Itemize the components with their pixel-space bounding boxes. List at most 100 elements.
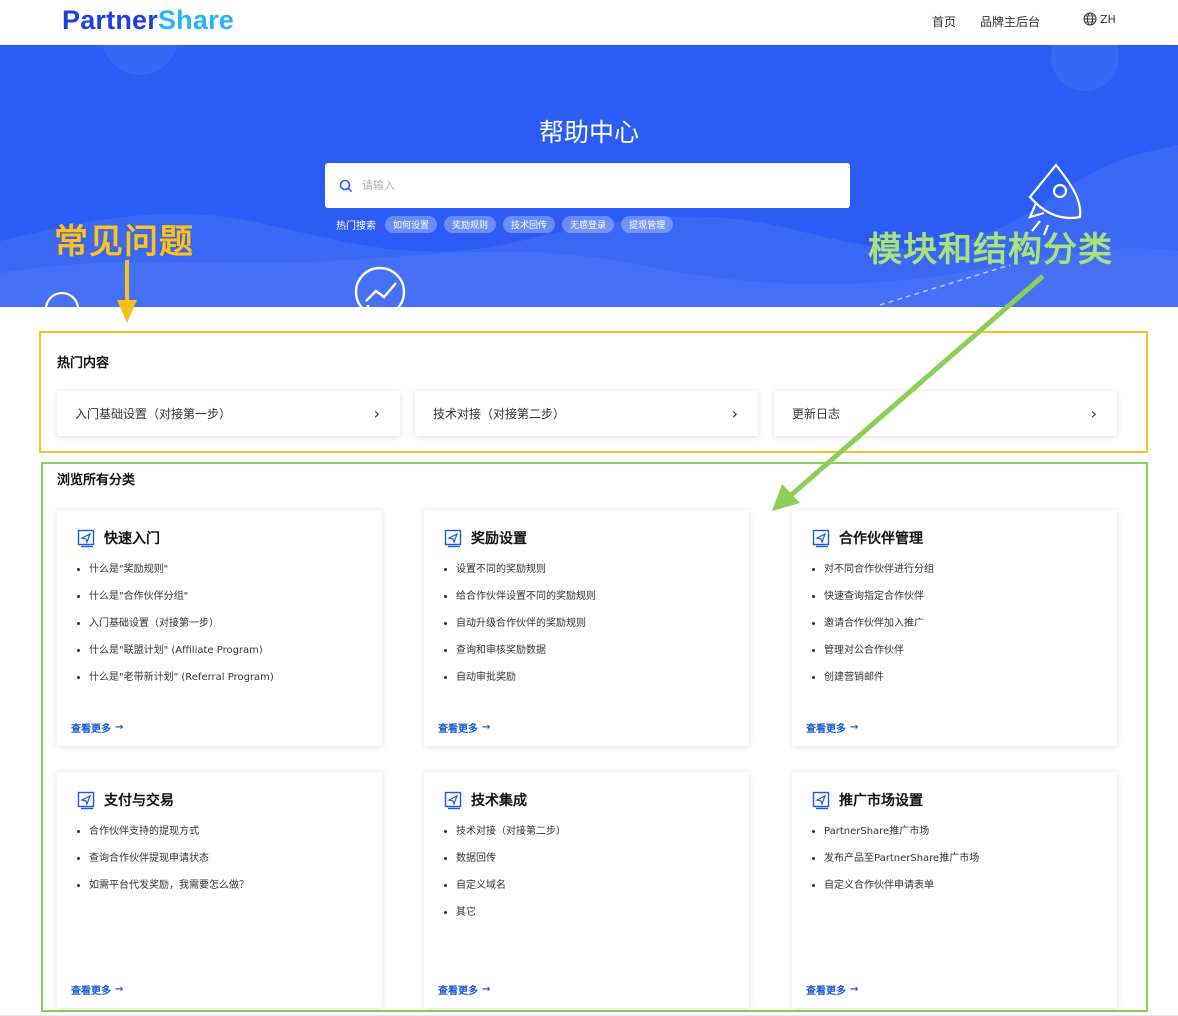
arrow-right-icon: → xyxy=(115,984,124,995)
partnershare-logo[interactable]: PartnerShare xyxy=(62,5,234,36)
category-title: 合作伙伴管理 xyxy=(839,531,923,547)
category-link[interactable]: 发布产品至PartnerShare推广市场 xyxy=(824,852,979,879)
category-card-partner-management: 合作伙伴管理 对不同合作伙伴进行分组 快速查询指定合作伙伴 邀请合作伙伴加入推广… xyxy=(792,510,1117,746)
view-more-label: 查看更多 xyxy=(71,724,111,735)
category-header[interactable]: 推广市场设置 xyxy=(812,790,923,810)
category-link[interactable]: 什么是"老带新计划" (Referral Program) xyxy=(89,671,274,698)
category-link[interactable]: 给合作伙伴设置不同的奖励规则 xyxy=(456,590,596,617)
category-link[interactable]: 管理对公合作伙伴 xyxy=(824,644,934,671)
category-link[interactable]: 合作伙伴支持的提现方式 xyxy=(89,825,249,852)
view-more-link[interactable]: 查看更多 → xyxy=(438,720,490,735)
search-icon xyxy=(339,179,353,192)
nav-brand-console-link[interactable]: 品牌主后台 xyxy=(980,13,1040,30)
book-send-icon xyxy=(812,791,830,809)
arrow-right-icon: → xyxy=(482,722,491,733)
book-send-icon xyxy=(444,529,462,547)
category-title: 技术集成 xyxy=(471,793,527,809)
chevron-right-icon: › xyxy=(1090,404,1097,423)
category-title: 快速入门 xyxy=(104,531,160,547)
category-title: 推广市场设置 xyxy=(839,793,923,809)
category-link[interactable]: 设置不同的奖励规则 xyxy=(456,563,596,590)
category-header[interactable]: 快速入门 xyxy=(77,528,160,548)
category-link[interactable]: 查询合作伙伴提现申请状态 xyxy=(89,852,249,879)
categories-title: 浏览所有分类 xyxy=(57,473,136,488)
hot-search-tag[interactable]: 提现管理 xyxy=(621,216,674,233)
hot-item-changelog[interactable]: 更新日志 › xyxy=(774,391,1117,436)
category-link[interactable]: 查询和审核奖励数据 xyxy=(456,644,596,671)
category-link-list: 什么是"奖励规则" 什么是"合作伙伴分组" 入门基础设置（对接第一步） 什么是"… xyxy=(89,563,274,698)
view-more-link[interactable]: 查看更多 → xyxy=(806,720,858,735)
category-link[interactable]: 什么是"合作伙伴分组" xyxy=(89,590,274,617)
view-more-link[interactable]: 查看更多 → xyxy=(71,982,123,997)
category-card-payment: 支付与交易 合作伙伴支持的提现方式 查询合作伙伴提现申请状态 如需平台代发奖励，… xyxy=(57,772,382,1008)
view-more-label: 查看更多 xyxy=(438,986,478,997)
hot-search-row: 热门搜索 如何设置 奖励规则 技术回传 无感登录 提现管理 xyxy=(336,216,674,233)
category-card-marketplace: 推广市场设置 PartnerShare推广市场 发布产品至PartnerShar… xyxy=(792,772,1117,1008)
category-header[interactable]: 奖励设置 xyxy=(444,528,527,548)
category-card-quick-start: 快速入门 什么是"奖励规则" 什么是"合作伙伴分组" 入门基础设置（对接第一步）… xyxy=(57,510,382,746)
category-link[interactable]: 自定义合作伙伴申请表单 xyxy=(824,879,979,906)
category-card-rewards: 奖励设置 设置不同的奖励规则 给合作伙伴设置不同的奖励规则 自动升级合作伙伴的奖… xyxy=(424,510,749,746)
book-send-icon xyxy=(77,529,95,547)
page-title: 帮助中心 xyxy=(538,118,639,147)
view-more-label: 查看更多 xyxy=(438,724,478,735)
language-label: ZH xyxy=(1100,12,1116,26)
hot-item-tech-integration[interactable]: 技术对接（对接第二步） › xyxy=(415,391,758,436)
hot-search-tag[interactable]: 奖励规则 xyxy=(444,216,497,233)
category-link-list: 合作伙伴支持的提现方式 查询合作伙伴提现申请状态 如需平台代发奖励，我需要怎么做… xyxy=(89,825,249,906)
search-box[interactable] xyxy=(325,163,850,208)
category-header[interactable]: 支付与交易 xyxy=(77,790,174,810)
hot-search-tag[interactable]: 无感登录 xyxy=(562,216,615,233)
hot-content-title: 热门内容 xyxy=(57,356,110,371)
arrow-right-icon: → xyxy=(850,722,859,733)
category-link-list: PartnerShare推广市场 发布产品至PartnerShare推广市场 自… xyxy=(824,825,979,906)
chevron-right-icon: › xyxy=(731,404,738,423)
globe-icon xyxy=(1083,12,1097,26)
category-link-list: 设置不同的奖励规则 给合作伙伴设置不同的奖励规则 自动升级合作伙伴的奖励规则 查… xyxy=(456,563,596,698)
module-annotation: 模块和结构分类 xyxy=(868,230,1113,270)
category-link[interactable]: 数据回传 xyxy=(456,852,566,879)
category-link-list: 技术对接（对接第二步） 数据回传 自定义域名 其它 xyxy=(456,825,566,933)
category-link[interactable]: 快速查询指定合作伙伴 xyxy=(824,590,934,617)
category-link[interactable]: 邀请合作伙伴加入推广 xyxy=(824,617,934,644)
hot-item-label: 入门基础设置（对接第一步） xyxy=(75,407,232,421)
arrow-right-icon: → xyxy=(850,984,859,995)
category-link[interactable]: 对不同合作伙伴进行分组 xyxy=(824,563,934,590)
category-link[interactable]: 什么是"联盟计划" (Affiliate Program) xyxy=(89,644,274,671)
view-more-label: 查看更多 xyxy=(806,724,846,735)
hot-item-getting-started[interactable]: 入门基础设置（对接第一步） › xyxy=(57,391,400,436)
category-link[interactable]: 其它 xyxy=(456,906,566,933)
view-more-link[interactable]: 查看更多 → xyxy=(438,982,490,997)
book-send-icon xyxy=(812,529,830,547)
view-more-label: 查看更多 xyxy=(71,986,111,997)
category-header[interactable]: 技术集成 xyxy=(444,790,527,810)
nav-home-link[interactable]: 首页 xyxy=(932,13,956,30)
hot-search-label: 热门搜索 xyxy=(336,221,376,232)
category-card-tech-integration: 技术集成 技术对接（对接第二步） 数据回传 自定义域名 其它 查看更多 → xyxy=(424,772,749,1008)
top-navigation-bar: PartnerShare 首页 品牌主后台 ZH xyxy=(0,0,1178,45)
search-input[interactable] xyxy=(362,179,822,192)
category-link[interactable]: 创建营销邮件 xyxy=(824,671,934,698)
hot-search-tag[interactable]: 技术回传 xyxy=(503,216,556,233)
language-switcher[interactable]: ZH xyxy=(1083,12,1116,26)
category-link[interactable]: 什么是"奖励规则" xyxy=(89,563,274,590)
category-link[interactable]: 自定义域名 xyxy=(456,879,566,906)
view-more-label: 查看更多 xyxy=(806,986,846,997)
view-more-link[interactable]: 查看更多 → xyxy=(806,982,858,997)
category-link[interactable]: 如需平台代发奖励，我需要怎么做？ xyxy=(89,879,249,906)
book-send-icon xyxy=(77,791,95,809)
category-link[interactable]: 入门基础设置（对接第一步） xyxy=(89,617,274,644)
faq-annotation: 常见问题 xyxy=(54,222,194,262)
hot-item-label: 技术对接（对接第二步） xyxy=(433,407,566,421)
book-send-icon xyxy=(444,791,462,809)
category-link-list: 对不同合作伙伴进行分组 快速查询指定合作伙伴 邀请合作伙伴加入推广 管理对公合作… xyxy=(824,563,934,698)
arrow-right-icon: → xyxy=(115,722,124,733)
view-more-link[interactable]: 查看更多 → xyxy=(71,720,123,735)
category-title: 支付与交易 xyxy=(104,793,174,809)
hot-search-tag[interactable]: 如何设置 xyxy=(385,216,438,233)
category-header[interactable]: 合作伙伴管理 xyxy=(812,528,923,548)
category-link[interactable]: 自动审批奖励 xyxy=(456,671,596,698)
category-link[interactable]: 自动升级合作伙伴的奖励规则 xyxy=(456,617,596,644)
category-link[interactable]: PartnerShare推广市场 xyxy=(824,825,979,852)
category-link[interactable]: 技术对接（对接第二步） xyxy=(456,825,566,852)
